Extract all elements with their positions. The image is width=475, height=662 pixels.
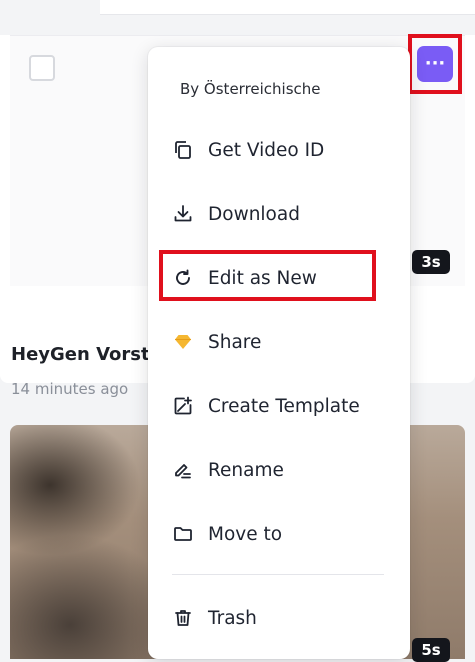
highlight-box-more-button: [408, 34, 462, 94]
trash-icon: [172, 607, 194, 629]
previous-card-edge: [100, 0, 475, 15]
menu-item-label: Get Video ID: [208, 139, 325, 161]
template-plus-icon: [172, 395, 194, 417]
menu-item-get-video-id[interactable]: Get Video ID: [172, 130, 392, 170]
menu-item-move-to[interactable]: Move to: [172, 514, 392, 554]
menu-item-share[interactable]: Share: [172, 322, 392, 362]
diamond-icon: [172, 331, 194, 353]
download-icon: [172, 203, 194, 225]
menu-item-rename[interactable]: Rename: [172, 450, 392, 490]
menu-item-label: Create Template: [208, 395, 360, 417]
menu-header-owner: By Österreichische: [180, 80, 321, 98]
menu-item-label: Rename: [208, 459, 284, 481]
menu-item-label: Download: [208, 203, 300, 225]
video-timestamp: 14 minutes ago: [11, 380, 129, 398]
select-checkbox[interactable]: [29, 55, 55, 81]
duration-badge: 3s: [412, 250, 450, 274]
menu-item-download[interactable]: Download: [172, 194, 392, 234]
context-menu: By Österreichische Get Video ID Download…: [148, 47, 410, 659]
copy-icon: [172, 139, 194, 161]
menu-item-label: Trash: [208, 607, 257, 629]
duration-badge-2: 5s: [412, 638, 450, 662]
menu-item-label: Share: [208, 331, 262, 353]
menu-divider: [172, 574, 384, 575]
folder-icon: [172, 523, 194, 545]
menu-item-trash[interactable]: Trash: [172, 598, 392, 638]
rename-icon: [172, 459, 194, 481]
menu-item-label: Move to: [208, 523, 283, 545]
highlight-box-edit-as-new: [159, 250, 376, 301]
menu-item-create-template[interactable]: Create Template: [172, 386, 392, 426]
video-title[interactable]: HeyGen Vorst: [11, 344, 150, 365]
